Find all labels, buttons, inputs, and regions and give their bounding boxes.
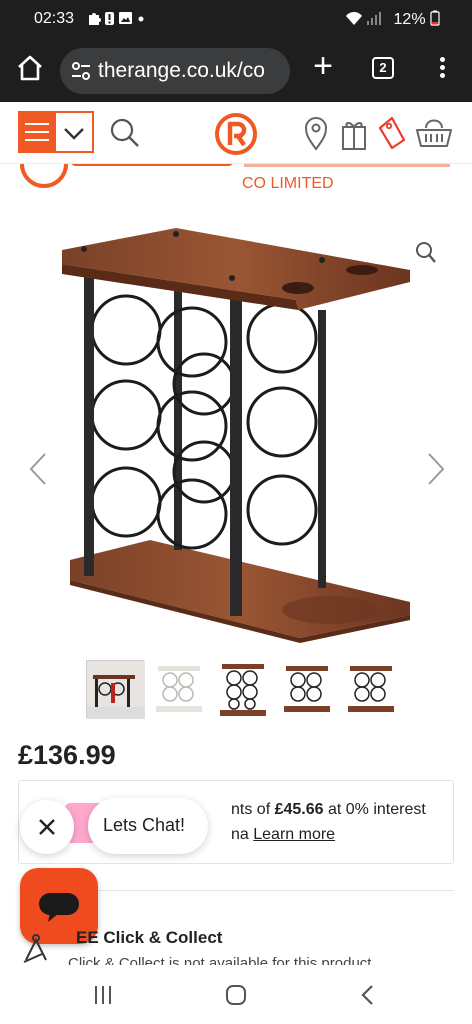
wine-rack-image	[62, 228, 410, 643]
system-back-button[interactable]	[354, 981, 382, 1009]
installment-provider-text: na Learn more	[231, 826, 335, 844]
installment-amount: £45.66	[274, 801, 324, 818]
gift-button[interactable]	[334, 114, 374, 152]
recent-apps-icon	[95, 986, 111, 1004]
product-image[interactable]	[0, 210, 472, 650]
search-icon	[110, 118, 139, 147]
battery-icon	[430, 10, 440, 26]
product-price: £136.99	[18, 740, 116, 770]
tag-icon	[378, 116, 406, 150]
browser-menu-button[interactable]	[436, 54, 448, 84]
recent-apps-button[interactable]	[90, 981, 118, 1009]
thumbnail-3[interactable]	[214, 660, 272, 718]
tab-switcher-button[interactable]: 2	[372, 57, 394, 79]
chevron-right-icon	[428, 453, 445, 485]
location-pin-icon	[304, 117, 328, 151]
notification-icons	[86, 10, 146, 29]
back-icon	[361, 985, 373, 1005]
gift-icon	[342, 121, 366, 150]
seller-logo-partial	[20, 164, 450, 188]
home-button[interactable]	[16, 54, 44, 82]
zoom-icon	[416, 242, 436, 263]
battery-percent: 12%	[393, 11, 426, 28]
store-locator-button[interactable]	[296, 114, 336, 152]
chat-prompt-bubble[interactable]: Lets Chat!	[88, 798, 208, 854]
klarna-info-box: nts of £45.66 at 0% interest na Learn mo…	[18, 780, 454, 864]
offers-button[interactable]	[372, 114, 412, 152]
click-collect-subtitle: Click & Collect is not available for thi…	[68, 955, 372, 965]
notification-icons-svg	[89, 12, 144, 25]
chevron-left-icon	[29, 453, 46, 485]
close-icon	[39, 819, 55, 835]
thumbnail-1[interactable]	[86, 660, 145, 719]
logo-icon	[215, 113, 257, 155]
basket-button[interactable]	[414, 114, 454, 152]
status-bar: 02:33 12%	[0, 0, 472, 40]
provider-fragment: na	[231, 826, 254, 843]
learn-more-link[interactable]: Learn more	[253, 826, 335, 843]
system-nav-bar	[0, 965, 472, 1024]
system-home-button[interactable]	[222, 981, 250, 1009]
seller-name: CO LIMITED	[242, 175, 334, 192]
wifi-signal-icon	[346, 11, 382, 25]
browser-toolbar: therange.co.uk/co + 2	[0, 40, 472, 102]
site-header	[0, 102, 472, 164]
site-settings-icon[interactable]	[70, 60, 92, 82]
click-collect-icon	[22, 930, 50, 964]
url-text: therange.co.uk/co	[98, 59, 265, 82]
click-collect-title: EE Click & Collect	[76, 928, 223, 947]
menu-button[interactable]	[18, 111, 56, 153]
chat-prompt-text: Lets Chat!	[103, 815, 186, 835]
installment-prefix: nts of	[231, 801, 275, 818]
next-image-button[interactable]	[426, 452, 446, 486]
section-divider	[86, 890, 454, 891]
close-chat-button[interactable]	[20, 800, 74, 854]
status-right: 12%	[345, 10, 440, 29]
thumbnail-4[interactable]	[278, 660, 336, 718]
basket-icon	[416, 119, 452, 147]
new-tab-button[interactable]: +	[308, 49, 338, 83]
zoom-button[interactable]	[414, 240, 438, 266]
installment-suffix: at 0% interest	[323, 801, 426, 818]
seller-banner: CO LIMITED	[0, 164, 472, 204]
home-icon	[226, 985, 246, 1005]
previous-image-button[interactable]	[28, 452, 48, 486]
dropdown-button[interactable]	[56, 111, 94, 153]
home-icon	[18, 55, 42, 81]
chevron-down-icon	[64, 128, 84, 140]
address-bar[interactable]: therange.co.uk/co	[60, 48, 290, 94]
installment-text: nts of £45.66 at 0% interest	[231, 801, 426, 819]
search-button[interactable]	[108, 116, 142, 150]
thumbnail-5[interactable]	[342, 660, 400, 718]
status-time: 02:33	[34, 10, 75, 27]
thumbnail-2[interactable]	[150, 660, 208, 718]
site-logo[interactable]	[214, 112, 258, 156]
